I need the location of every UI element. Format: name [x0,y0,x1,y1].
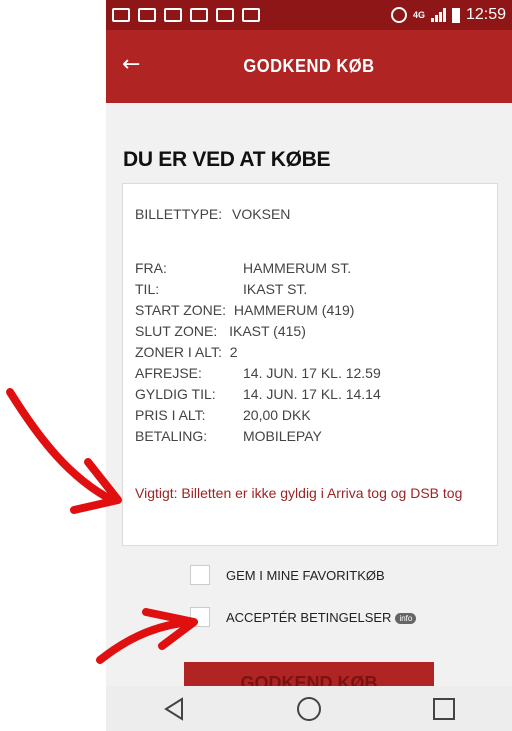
nav-home-button[interactable] [289,689,329,729]
validity-warning: Vigtigt: Billetten er ikke gyldig i Arri… [135,485,463,501]
notification-icon [138,8,156,22]
status-system: 4G 12:59 [390,6,506,24]
back-triangle-icon [163,696,183,721]
detail-row: BETALING: MOBILEPAY [135,428,322,444]
notification-icon [112,8,130,22]
favorite-checkbox[interactable] [190,565,210,585]
network-type: 4G [412,9,425,20]
detail-value: IKAST ST. [243,281,308,297]
detail-label: PRIS I ALT: [135,407,206,423]
detail-row: GYLDIG TIL: 14. JUN. 17 KL. 14.14 [135,386,381,402]
status-bar: 4G 12:59 [106,0,512,30]
page-title: GODKEND KØB [243,56,375,76]
detail-label: ZONER I ALT: [135,344,222,360]
detail-value: 20,00 DKK [243,407,311,423]
detail-label: AFREJSE: [135,365,202,381]
android-nav-bar [106,686,512,731]
detail-value: 14. JUN. 17 KL. 14.14 [243,386,381,402]
detail-value: HAMMERUM ST. [243,260,352,276]
section-heading: DU ER VED AT KØBE [123,148,331,171]
alarm-icon [390,7,407,23]
accept-terms-label[interactable]: ACCEPTÉR BETINGELSER [226,610,391,625]
status-time: 12:59 [465,6,506,23]
app-bar: ← GODKEND KØB [106,30,512,103]
ticket-type-label: BILLETTYPE: [135,206,223,222]
battery-icon [451,7,460,23]
detail-value: IKAST (415) [229,323,306,339]
info-badge[interactable]: info [395,613,417,625]
message-icon [242,8,260,22]
accept-terms-row: ACCEPTÉR BETINGELSER info [226,610,417,625]
detail-value: 2 [229,344,238,360]
detail-row: PRIS I ALT: 20,00 DKK [135,407,311,423]
gmail-icon [190,8,208,22]
ticket-type-row: BILLETTYPE: VOKSEN [135,206,290,222]
detail-label: GYLDIG TIL: [135,386,216,402]
detail-row: FRA: HAMMERUM ST. [135,260,351,276]
recents-square-icon [433,697,456,720]
ticket-type-value: VOKSEN [232,206,291,222]
gallery-icon [164,8,182,22]
ticket-summary-card: BILLETTYPE: VOKSEN FRA: HAMMERUM ST. TIL… [122,183,498,546]
detail-label: TIL: [135,281,160,297]
detail-label: BETALING: [135,428,208,444]
detail-row: AFREJSE: 14. JUN. 17 KL. 12.59 [135,365,381,381]
nav-recents-button[interactable] [424,689,464,729]
phone-screen: 4G 12:59 ← GODKEND KØB DU ER VED AT KØBE… [106,0,512,731]
accept-terms-checkbox[interactable] [190,607,210,627]
detail-row: ZONER I ALT: 2 [135,344,238,360]
detail-label: SLUT ZONE: [135,323,218,339]
detail-label: FRA: [135,260,167,276]
status-notifications [112,8,260,22]
home-circle-icon [296,696,321,721]
detail-row: START ZONE: HAMMERUM (419) [135,302,354,318]
favorite-label[interactable]: GEM I MINE FAVORITKØB [226,568,385,583]
detail-value: MOBILEPAY [243,428,322,444]
signal-icon [430,8,446,22]
detail-label: START ZONE: [135,302,227,318]
usb-icon [216,8,234,22]
detail-row: TIL: IKAST ST. [135,281,307,297]
annotation-arrow-warning [6,388,116,504]
detail-value: HAMMERUM (419) [233,302,355,318]
detail-value: 14. JUN. 17 KL. 12.59 [243,365,381,381]
detail-row: SLUT ZONE: IKAST (415) [135,323,306,339]
nav-back-button[interactable] [154,689,194,729]
